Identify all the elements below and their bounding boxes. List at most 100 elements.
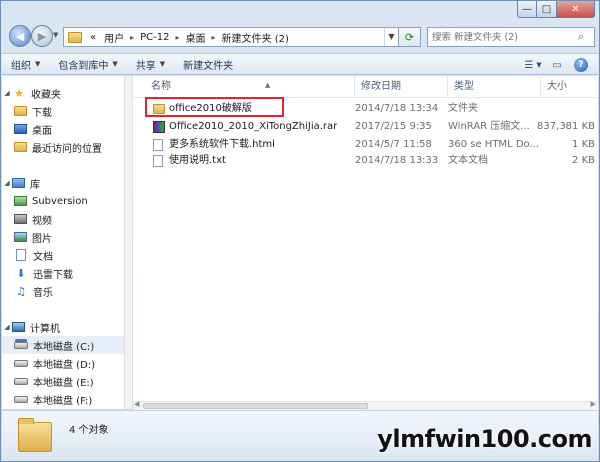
expand-triangle-icon[interactable]: ◢ — [2, 89, 12, 97]
view-list-icon: ☰ — [524, 59, 534, 71]
nav-label: 本地磁盘 (F:) — [33, 395, 93, 407]
organize-button[interactable]: 组织 ▼ — [2, 54, 49, 74]
search-icon[interactable]: ⌕ — [573, 30, 589, 44]
refresh-button[interactable]: ⟳ — [399, 27, 421, 47]
file-row[interactable]: 更多系统软件下载.html 2014/5/7 11:58 360 se HTML… — [133, 137, 598, 153]
column-type[interactable]: 类型 — [448, 76, 541, 98]
nav-pictures[interactable]: 图片 — [2, 228, 128, 246]
nav-xunlei-downloads[interactable]: ⬇ 迅雷下载 — [2, 264, 128, 282]
document-library-icon — [16, 249, 26, 261]
nav-recent-places[interactable]: 最近访问的位置 — [2, 138, 128, 156]
winrar-archive-icon — [153, 121, 165, 133]
nav-downloads[interactable]: 下载 — [2, 102, 128, 120]
column-date[interactable]: 修改日期 — [355, 76, 448, 98]
back-button[interactable]: ◀ — [9, 25, 31, 47]
chevron-down-icon: ▼ — [536, 61, 542, 69]
recent-places-icon — [14, 142, 27, 152]
close-button[interactable]: ✕ — [557, 1, 595, 18]
navigation-pane: ◢ ★ 收藏夹 下载 桌面 最近访问的位置 ◢ 库 Subversion 视频 图片 … — [2, 76, 129, 409]
text-file-icon — [153, 155, 163, 167]
download-folder-icon — [14, 106, 27, 116]
subversion-icon — [14, 196, 27, 206]
expand-triangle-icon[interactable]: ◢ — [2, 323, 12, 331]
help-button[interactable]: ? — [570, 56, 592, 74]
breadcrumb-separator-icon[interactable]: ▸ — [210, 33, 218, 42]
folder-icon — [68, 31, 82, 43]
change-view-button[interactable]: ☰ ▼ — [522, 56, 544, 74]
file-date: 2014/7/18 13:33 — [355, 155, 439, 166]
file-type: WinRAR 压缩文... — [448, 121, 530, 132]
back-arrow-icon: ◀ — [15, 29, 25, 43]
recent-pages-dropdown[interactable]: ▼ — [53, 31, 58, 39]
maximize-button[interactable]: □ — [537, 1, 557, 18]
scroll-right-icon[interactable]: ▶ — [591, 400, 596, 408]
file-row[interactable]: 使用说明.txt 2014/7/18 13:33 文本文档 2 KB — [133, 153, 598, 169]
details-pane: 4 个对象 ylmfwin100.com — [2, 410, 598, 461]
nav-label: 库 — [30, 179, 40, 191]
nav-label: 图片 — [32, 233, 52, 245]
nav-label: 文档 — [33, 251, 53, 263]
xunlei-download-icon: ⬇ — [16, 266, 26, 280]
breadcrumb-separator-icon[interactable]: ▸ — [128, 33, 136, 42]
desktop-icon — [14, 124, 27, 134]
include-library-button[interactable]: 包含到库中 ▼ — [49, 54, 126, 74]
address-bar[interactable]: « 用户 ▸ PC-12 ▸ 桌面 ▸ 新建文件夹 (2) ▼ — [63, 27, 399, 47]
breadcrumb-item-folder[interactable]: 新建文件夹 (2) — [218, 30, 293, 45]
nav-favorites[interactable]: ◢ ★ 收藏夹 — [2, 84, 128, 102]
column-name-label: 名称 — [151, 81, 171, 92]
share-button[interactable]: 共享 ▼ — [127, 54, 174, 74]
drive-icon — [14, 395, 28, 403]
nav-drive-f[interactable]: 本地磁盘 (F:) — [2, 390, 128, 408]
scrollbar-thumb[interactable] — [143, 403, 368, 409]
nav-label: 桌面 — [32, 125, 52, 137]
nav-label: 最近访问的位置 — [32, 143, 102, 155]
chevron-down-icon: ▼ — [159, 60, 166, 68]
picture-library-icon — [14, 232, 27, 242]
forward-button[interactable]: ▶ — [31, 25, 53, 47]
breadcrumb-item-pc[interactable]: PC-12 — [136, 32, 173, 43]
minimize-button[interactable]: — — [517, 1, 537, 18]
column-size[interactable]: 大小 — [541, 76, 598, 98]
nav-drive-d[interactable]: 本地磁盘 (D:) — [2, 354, 128, 372]
nav-label: 迅雷下载 — [33, 269, 73, 281]
chevron-down-icon: ▼ — [35, 60, 41, 68]
nav-label: 下载 — [32, 107, 52, 119]
folder-icon — [18, 418, 52, 452]
file-date: 2017/2/15 9:35 — [355, 121, 432, 132]
search-input[interactable] — [428, 29, 573, 45]
nav-label: 视频 — [32, 215, 52, 227]
nav-documents[interactable]: 文档 — [2, 246, 128, 264]
nav-label: 本地磁盘 (E:) — [33, 377, 94, 389]
expand-triangle-icon[interactable]: ◢ — [2, 179, 12, 187]
nav-drive-e[interactable]: 本地磁盘 (E:) — [2, 372, 128, 390]
address-dropdown-icon[interactable]: ▼ — [384, 28, 398, 46]
nav-desktop[interactable]: 桌面 — [2, 120, 128, 138]
file-list: 名称 ▲ 修改日期 类型 大小 office2010破解版 2014/7/18 1… — [133, 76, 598, 409]
search-box[interactable]: ⌕ — [427, 27, 595, 47]
nav-drive-c[interactable]: 本地磁盘 (C:) — [2, 336, 128, 354]
file-row[interactable]: Office2010_2010_XiTongZhiJia.rar 2017/2/… — [133, 119, 598, 135]
new-folder-button[interactable]: 新建文件夹 — [174, 54, 242, 74]
include-library-label: 包含到库中 — [58, 60, 109, 72]
breadcrumb-item-users[interactable]: 用户 — [100, 30, 128, 45]
nav-videos[interactable]: 视频 — [2, 210, 128, 228]
scroll-left-icon[interactable]: ◀ — [134, 400, 139, 408]
breadcrumb-item-desktop[interactable]: 桌面 — [182, 30, 210, 45]
file-type: 文本文档 — [448, 155, 488, 166]
horizontal-scrollbar[interactable]: ◀ ▶ — [133, 400, 598, 410]
breadcrumb-separator-icon[interactable]: ▸ — [174, 33, 182, 42]
nav-libraries[interactable]: ◢ 库 — [2, 174, 128, 192]
item-count: 4 个对象 — [69, 425, 109, 436]
nav-computer[interactable]: ◢ 计算机 — [2, 318, 128, 336]
html-file-icon — [153, 139, 163, 151]
file-size: 1 KB — [572, 139, 595, 150]
column-name[interactable]: 名称 ▲ — [145, 76, 355, 98]
preview-pane-button[interactable]: ▭ — [546, 56, 568, 74]
breadcrumb-overflow[interactable]: « — [86, 32, 100, 43]
organize-label: 组织 — [11, 60, 31, 72]
nav-subversion[interactable]: Subversion — [2, 192, 128, 210]
new-folder-label: 新建文件夹 — [183, 60, 234, 72]
navigation-scrollbar[interactable] — [124, 76, 132, 409]
file-size: 837,381 KB — [537, 121, 595, 132]
nav-music[interactable]: ♫ 音乐 — [2, 282, 128, 300]
